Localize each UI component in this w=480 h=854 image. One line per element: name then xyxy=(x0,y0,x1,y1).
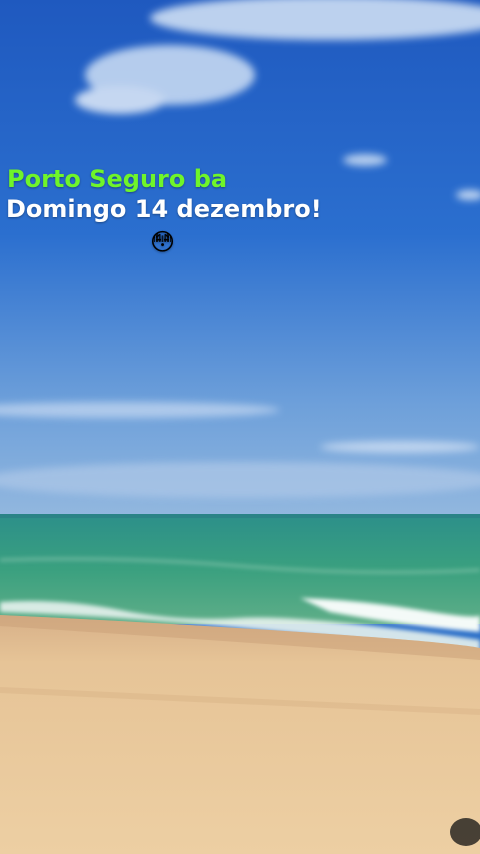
date-caption: Domingo 14 dezembro! xyxy=(6,195,322,223)
location-caption: Porto Seguro ba xyxy=(7,165,228,193)
flushed-face-emoji: 😳 xyxy=(150,228,176,256)
beach-photo xyxy=(0,0,480,854)
